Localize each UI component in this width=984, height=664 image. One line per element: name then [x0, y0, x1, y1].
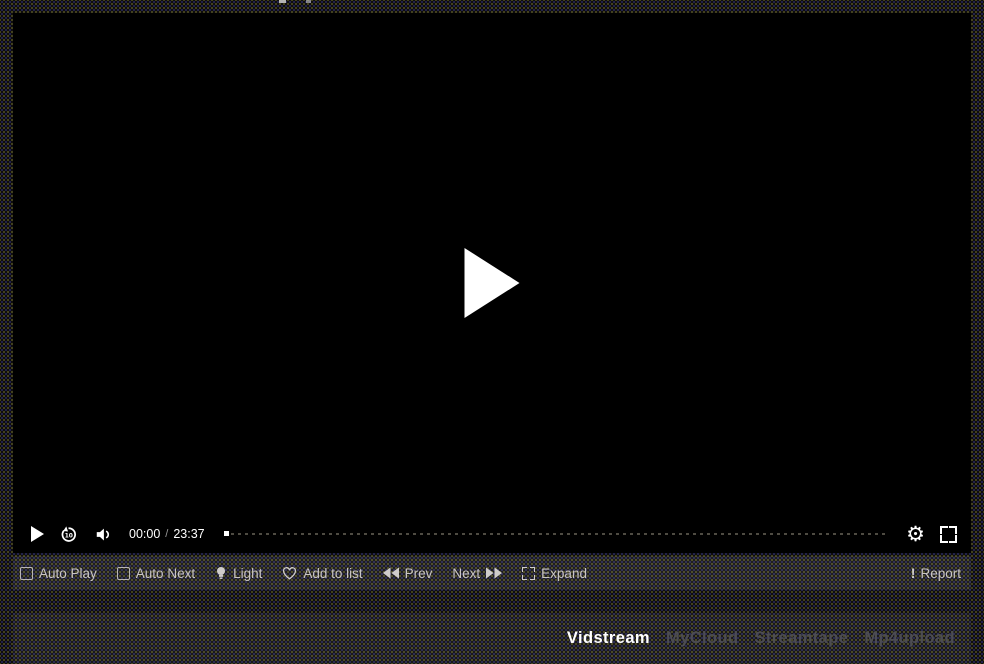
auto-next-toggle[interactable]: Auto Next [117, 566, 195, 581]
auto-play-toggle[interactable]: Auto Play [20, 566, 97, 581]
expand-icon [522, 567, 535, 580]
seek-playhead[interactable] [224, 531, 229, 536]
report-button[interactable]: ! Report [911, 565, 961, 581]
lightbulb-icon [215, 566, 227, 581]
exclamation-icon: ! [911, 565, 916, 581]
heart-icon [282, 567, 297, 580]
auto-play-checkbox-icon [20, 567, 33, 580]
time-display: 00:00 / 23:37 [129, 527, 205, 541]
server-tab-mp4upload[interactable]: Mp4upload [864, 629, 955, 648]
prev-label: Prev [405, 566, 433, 581]
big-play-icon[interactable] [465, 248, 520, 318]
auto-next-label: Auto Next [136, 566, 195, 581]
next-icon [486, 567, 502, 579]
next-label: Next [452, 566, 480, 581]
fullscreen-icon [940, 526, 957, 543]
fullscreen-button[interactable] [940, 526, 957, 543]
time-separator: / [165, 528, 168, 540]
auto-play-label: Auto Play [39, 566, 97, 581]
toolbar-left-group: Auto Play Auto Next Light Add to list [20, 566, 587, 581]
clipped-title-fragment [306, 0, 311, 3]
light-toggle[interactable]: Light [215, 566, 262, 581]
svg-text:10: 10 [65, 532, 73, 539]
server-tab-streamtape[interactable]: Streamtape [754, 629, 848, 648]
gear-icon: ⚙ [906, 524, 925, 545]
rewind-10-button[interactable]: 10 [59, 525, 78, 544]
player-toolbar: Auto Play Auto Next Light Add to list [13, 556, 971, 590]
video-player[interactable]: 10 00:00 / 23:37 ⚙ [13, 13, 971, 553]
auto-next-checkbox-icon [117, 567, 130, 580]
seek-track [224, 533, 886, 535]
duration: 23:37 [173, 527, 204, 541]
player-control-bar: 10 00:00 / 23:37 ⚙ [13, 515, 971, 553]
light-label: Light [233, 566, 262, 581]
next-episode-button[interactable]: Next [452, 566, 502, 581]
play-button[interactable] [31, 526, 44, 542]
server-select-panel: Vidstream MyCloud Streamtape Mp4upload [13, 613, 971, 664]
server-tab-mycloud[interactable]: MyCloud [666, 629, 738, 648]
clipped-title-fragment [279, 0, 286, 3]
add-to-list-label: Add to list [303, 566, 362, 581]
settings-button[interactable]: ⚙ [906, 524, 925, 545]
play-icon [31, 526, 44, 542]
prev-episode-button[interactable]: Prev [383, 566, 433, 581]
seek-bar[interactable] [224, 529, 886, 539]
volume-button[interactable] [93, 525, 114, 544]
rewind-10-icon: 10 [59, 525, 78, 544]
expand-label: Expand [541, 566, 587, 581]
expand-button[interactable]: Expand [522, 566, 587, 581]
server-tab-vidstream[interactable]: Vidstream [567, 629, 650, 648]
report-label: Report [920, 566, 961, 581]
current-time: 00:00 [129, 527, 160, 541]
volume-icon [93, 525, 114, 544]
prev-icon [383, 567, 399, 579]
add-to-list-button[interactable]: Add to list [282, 566, 362, 581]
